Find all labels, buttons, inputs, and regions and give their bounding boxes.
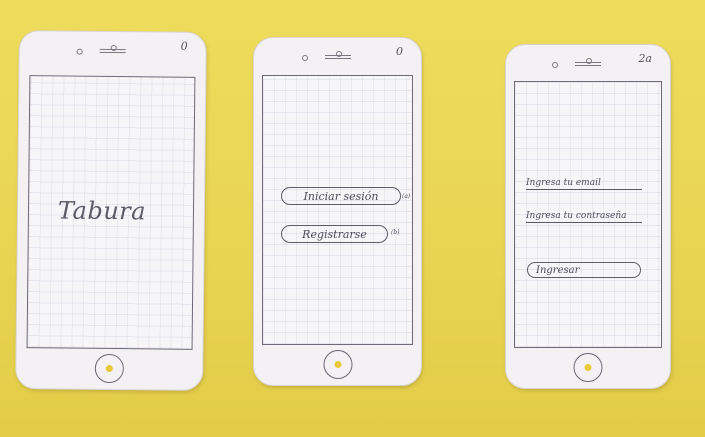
page-number: 0 [180, 39, 188, 53]
home-button-icon[interactable] [323, 350, 352, 379]
speaker-icon [99, 48, 126, 54]
register-button[interactable]: Registrarse [281, 225, 388, 243]
home-button-icon[interactable] [573, 353, 603, 382]
submit-button[interactable]: Ingresar [527, 262, 641, 278]
sensor-icon [552, 62, 558, 68]
speaker-icon [324, 55, 351, 59]
home-button-icon[interactable] [94, 353, 124, 384]
screen [262, 75, 413, 345]
page-number: 0 [396, 45, 403, 58]
app-logo: Tabura [57, 196, 147, 226]
login-tag: (a) [402, 193, 411, 200]
page-number: 2a [638, 52, 652, 65]
sensor-icon [301, 55, 308, 61]
phone-welcome: 0 Iniciar sesión (a) Registrarse (b) [253, 37, 422, 386]
speaker-icon [575, 62, 601, 66]
register-tag: (b) [391, 229, 400, 236]
sensor-icon [76, 48, 83, 55]
email-field[interactable]: Ingresa tu email [526, 178, 642, 190]
password-field[interactable]: Ingresa tu contraseña [526, 211, 642, 223]
login-button[interactable]: Iniciar sesión [281, 187, 401, 205]
phone-login: 2a Ingresa tu email Ingresa tu contraseñ… [505, 44, 671, 389]
phone-splash: 0 Tabura [15, 30, 207, 391]
